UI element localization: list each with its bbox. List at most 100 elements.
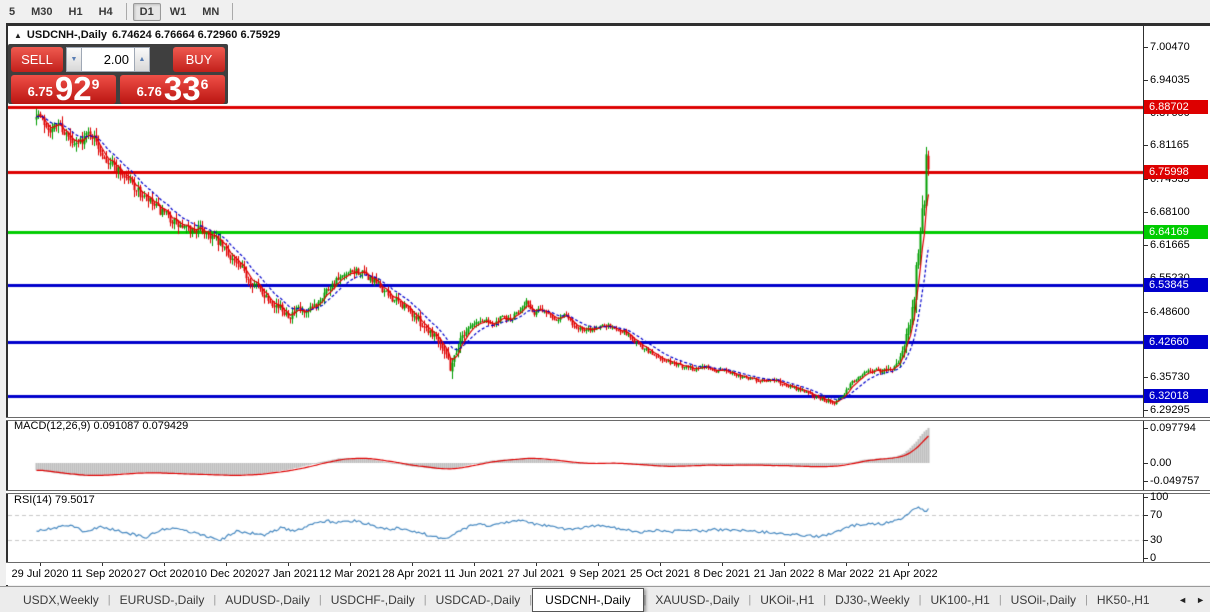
date-label: 21 Jan 2022 (754, 568, 815, 580)
rsi-indicator-label: RSI(14) 79.5017 (14, 494, 95, 506)
macd-axis-tick: -0.049757 (1144, 475, 1200, 487)
timeframe-button-W1[interactable]: W1 (163, 3, 194, 21)
time-axis-tick (102, 563, 103, 566)
date-label: 29 Jul 2020 (12, 568, 69, 580)
time-axis-tick (350, 563, 351, 566)
toolbar-separator (126, 3, 127, 20)
price-axis-tick: 6.61665 (1144, 239, 1190, 251)
time-axis-tick (784, 563, 785, 566)
timeframe-button-MN[interactable]: MN (195, 3, 226, 21)
toolbar-separator (232, 3, 233, 20)
rsi-axis-tick: 70 (1144, 509, 1162, 521)
date-label: 8 Dec 2021 (694, 568, 750, 580)
sell-price-main: 92 (55, 76, 92, 102)
tab-usdx-weekly[interactable]: USDX,Weekly (14, 590, 108, 610)
macd-indicator-label: MACD(12,26,9) 0.091087 0.079429 (14, 420, 188, 432)
time-axis-tick (164, 563, 165, 566)
chart-title: ▲ USDCNH-,Daily 6.74624 6.76664 6.72960 … (14, 29, 280, 41)
tab-dj30-weekly[interactable]: DJ30-,Weekly (826, 590, 918, 610)
trading-platform-window: 5M30H1H4 D1W1MN ▲ USDCNH-,Daily 6.74624 6… (0, 0, 1210, 612)
symbol-period-label: USDCNH-,Daily (27, 29, 107, 41)
price-level-label: 6.75998 (1144, 165, 1208, 179)
time-axis-tick (412, 563, 413, 566)
time-axis[interactable]: 29 Jul 202011 Sep 202027 Oct 202010 Dec … (6, 563, 1210, 585)
date-label: 27 Jul 2021 (508, 568, 565, 580)
timeframe-button-5[interactable]: 5 (2, 3, 22, 21)
date-label: 28 Apr 2021 (382, 568, 441, 580)
time-axis-tick (908, 563, 909, 566)
collapse-panel-icon[interactable]: ▲ (14, 31, 22, 40)
time-axis-tick (660, 563, 661, 566)
buy-price-prefix: 6.76 (137, 84, 162, 99)
rsi-panel-divider[interactable] (6, 490, 1210, 494)
tab-uk100-h1[interactable]: UK100-,H1 (921, 590, 998, 610)
buy-price-tile[interactable]: 6.76336 (120, 75, 225, 104)
date-label: 27 Oct 2020 (134, 568, 194, 580)
time-axis-tick (846, 563, 847, 566)
tab-scroll-left-icon[interactable]: ◄ (1178, 595, 1187, 605)
time-axis-tick (598, 563, 599, 566)
buy-price-main: 33 (164, 76, 201, 102)
timeframe-button-D1[interactable]: D1 (133, 3, 161, 21)
date-label: 8 Mar 2022 (818, 568, 874, 580)
buy-button[interactable]: BUY (173, 47, 225, 72)
price-level-label: 6.64169 (1144, 225, 1208, 239)
chart-tab-bar: USDX,Weekly|EURUSD-,Daily|AUDUSD-,Daily|… (0, 586, 1210, 612)
time-axis-tick (474, 563, 475, 566)
sell-price-pip: 9 (92, 76, 100, 92)
price-axis-tick: 6.81165 (1144, 139, 1189, 151)
time-axis-tick (722, 563, 723, 566)
timeframe-button-H1[interactable]: H1 (62, 3, 90, 21)
sell-price-prefix: 6.75 (28, 84, 53, 99)
tab-ukoil-h1[interactable]: UKOil-,H1 (751, 590, 823, 610)
date-label: 9 Sep 2021 (570, 568, 626, 580)
date-label: 25 Oct 2021 (630, 568, 690, 580)
volume-stepper: ▼ ▲ (66, 47, 150, 72)
price-level-label: 6.42660 (1144, 335, 1208, 349)
macd-axis-tick: 0.00 (1144, 457, 1171, 469)
tab-usoil-daily[interactable]: USOil-,Daily (1002, 590, 1085, 610)
tab-scroll-arrows: ◄► (1178, 595, 1205, 605)
sell-button[interactable]: SELL (11, 47, 63, 72)
price-axis-tick: 6.68100 (1144, 206, 1190, 218)
volume-increase-icon[interactable]: ▲ (134, 47, 150, 72)
macd-axis-tick: 0.097794 (1144, 422, 1196, 434)
tab-hk50-h1[interactable]: HK50-,H1 (1088, 590, 1159, 610)
volume-decrease-icon[interactable]: ▼ (66, 47, 82, 72)
price-level-label: 6.32018 (1144, 389, 1208, 403)
tab-usdcad-daily[interactable]: USDCAD-,Daily (427, 590, 530, 610)
price-axis-tick: 7.00470 (1144, 41, 1190, 53)
tab-eurusd-daily[interactable]: EURUSD-,Daily (111, 590, 214, 610)
timeframe-button-H4[interactable]: H4 (92, 3, 120, 21)
buy-price-pip: 6 (201, 76, 209, 92)
price-axis-tick: 6.29295 (1144, 404, 1190, 416)
tab-audusd-daily[interactable]: AUDUSD-,Daily (216, 590, 319, 610)
date-label: 27 Jan 2021 (258, 568, 319, 580)
date-label: 12 Mar 2021 (319, 568, 381, 580)
rsi-axis-tick: 100 (1144, 491, 1168, 503)
price-level-label: 6.88702 (1144, 100, 1208, 114)
timeframe-button-M30[interactable]: M30 (24, 3, 59, 21)
date-label: 11 Jun 2021 (444, 568, 504, 580)
price-axis[interactable]: 7.004706.940356.876006.811656.745356.681… (1143, 26, 1210, 562)
time-axis-tick (536, 563, 537, 566)
tab-scroll-right-icon[interactable]: ► (1196, 595, 1205, 605)
tab-xauusd-daily[interactable]: XAUUSD-,Daily (646, 590, 748, 610)
date-label: 10 Dec 2020 (195, 568, 257, 580)
price-axis-tick: 6.35730 (1144, 371, 1190, 383)
price-axis-tick: 6.48600 (1144, 306, 1190, 318)
time-axis-tick (288, 563, 289, 566)
tab-usdchf-daily[interactable]: USDCHF-,Daily (322, 590, 424, 610)
date-label: 11 Sep 2020 (71, 568, 133, 580)
one-click-trading-panel: SELL ▼ ▲ BUY 6.75929 6.76336 (8, 44, 228, 104)
rsi-axis-tick: 30 (1144, 534, 1162, 546)
time-axis-tick (226, 563, 227, 566)
price-level-label: 6.53845 (1144, 278, 1208, 292)
price-axis-tick: 6.94035 (1144, 74, 1190, 86)
sell-price-tile[interactable]: 6.75929 (11, 75, 116, 104)
tab-usdcnh-daily[interactable]: USDCNH-,Daily (532, 588, 643, 612)
timeframe-toolbar: 5M30H1H4 D1W1MN (0, 0, 1210, 23)
ohlc-values: 6.74624 6.76664 6.72960 6.75929 (112, 29, 280, 41)
volume-input[interactable] (82, 47, 134, 72)
time-axis-tick (40, 563, 41, 566)
